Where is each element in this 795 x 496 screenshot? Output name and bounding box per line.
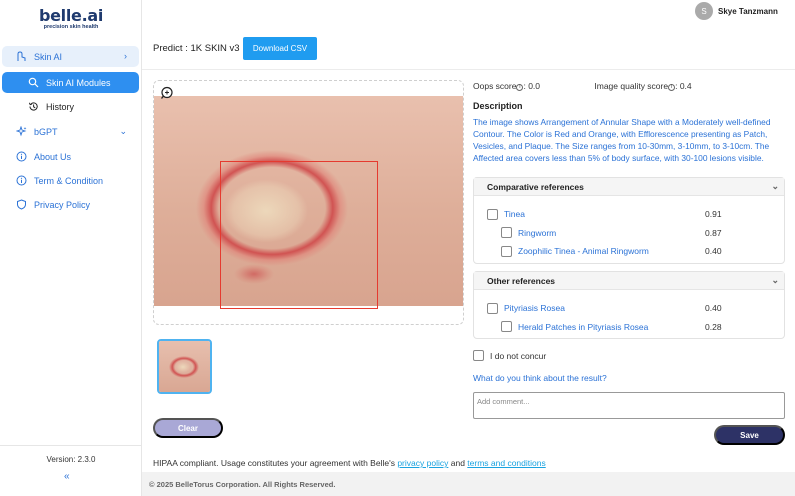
reference-label: Ringworm: [518, 227, 557, 238]
comparative-references-panel: Comparative references ⌄ Tinea 0.91 Ring…: [473, 177, 785, 264]
quality-score-label: Image quality score: [594, 81, 669, 91]
search-icon: [28, 77, 39, 88]
reference-label: Zoophilic Tinea - Animal Ringworm: [518, 246, 649, 257]
sidebar-item-label: Skin AI Modules: [46, 77, 111, 88]
clear-button[interactable]: Clear: [153, 418, 223, 438]
scores-row: Oops score i: 0.0 Image quality score i: 0…: [473, 81, 718, 91]
zoom-icon[interactable]: [160, 86, 174, 100]
image-viewer: [153, 80, 464, 325]
reference-score: 0.40: [705, 246, 722, 257]
do-not-concur-option[interactable]: I do not concur: [473, 350, 546, 361]
oops-score: Oops score i: 0.0: [473, 81, 540, 91]
description-title: Description: [473, 101, 523, 111]
hipaa-text: HIPAA compliant. Usage constitutes your …: [153, 458, 395, 468]
chevron-down-icon: ⌄: [771, 275, 779, 285]
reference-row[interactable]: Ringworm 0.87: [474, 224, 784, 243]
sidebar-item-bgpt[interactable]: bGPT ⌄: [2, 121, 139, 142]
reference-row[interactable]: Herald Patches in Pityriasis Rosea 0.28: [474, 318, 784, 337]
do-not-concur-label: I do not concur: [490, 350, 547, 361]
comparative-references-header[interactable]: Comparative references ⌄: [474, 178, 784, 196]
hipaa-notice: HIPAA compliant. Usage constitutes your …: [153, 458, 546, 468]
reference-score: 0.91: [705, 209, 722, 220]
reference-row[interactable]: Zoophilic Tinea - Animal Ringworm 0.40: [474, 242, 784, 261]
sidebar-item-skin-ai[interactable]: Skin AI ›: [2, 46, 139, 67]
skin-icon: [16, 51, 27, 62]
sidebar-item-label: About Us: [34, 151, 72, 162]
sidebar: belle.ai precision skin health Skin AI ›…: [0, 0, 142, 496]
reference-row[interactable]: Tinea 0.91: [474, 205, 784, 224]
reference-checkbox[interactable]: [501, 227, 512, 239]
oops-score-value: : 0.0: [523, 81, 541, 91]
chevron-down-icon: ⌄: [771, 181, 779, 191]
avatar[interactable]: S: [695, 2, 713, 20]
sidebar-divider: [0, 445, 142, 446]
reference-checkbox[interactable]: [501, 321, 512, 333]
hipaa-and: and: [450, 458, 465, 468]
feedback-question: What do you think about the result?: [473, 373, 607, 383]
info-icon: [16, 151, 27, 162]
terms-link[interactable]: terms and conditions: [467, 458, 545, 468]
shield-icon: [16, 199, 27, 210]
chevron-right-icon: ›: [124, 51, 127, 61]
reference-label: Pityriasis Rosea: [504, 303, 565, 314]
sidebar-item-label: Skin AI: [34, 51, 63, 62]
reference-row[interactable]: Pityriasis Rosea 0.40: [474, 299, 784, 318]
lesion-image: [154, 96, 463, 309]
download-csv-button[interactable]: Download CSV: [243, 37, 317, 60]
sidebar-item-about-us[interactable]: About Us: [2, 146, 139, 167]
reference-score: 0.28: [705, 321, 722, 332]
info-icon: [16, 175, 27, 186]
sidebar-item-skin-ai-modules[interactable]: Skin AI Modules: [2, 72, 139, 93]
other-references-panel: Other references ⌄ Pityriasis Rosea 0.40…: [473, 271, 785, 339]
history-icon: [28, 101, 39, 112]
app-version: Version: 2.3.0: [46, 455, 96, 464]
reference-label: Tinea: [504, 209, 525, 220]
user-name[interactable]: Skye Tanzmann: [718, 7, 778, 16]
sidebar-item-label: bGPT: [34, 126, 58, 137]
sidebar-item-terms[interactable]: Term & Condition: [2, 170, 139, 191]
do-not-concur-checkbox[interactable]: [473, 350, 484, 361]
reference-label: Herald Patches in Pityriasis Rosea: [518, 321, 649, 332]
quality-score: Image quality score i: 0.4: [594, 81, 692, 91]
reference-checkbox[interactable]: [487, 302, 498, 314]
sidebar-item-label: Privacy Policy: [34, 199, 91, 210]
brand-name: belle.ai: [38, 6, 104, 25]
page-title: Predict : 1K SKIN v3: [153, 43, 240, 54]
reference-checkbox[interactable]: [501, 245, 512, 257]
brand-tagline: precision skin health: [43, 24, 99, 30]
sidebar-item-label: Term & Condition: [34, 175, 104, 186]
chevron-down-icon: ⌄: [119, 126, 127, 136]
description-text: The image shows Arrangement of Annular S…: [473, 117, 771, 163]
reference-score: 0.40: [705, 303, 722, 314]
oops-score-label: Oops score: [473, 81, 517, 91]
reference-score: 0.87: [705, 227, 722, 238]
accordion-title: Other references: [487, 275, 556, 286]
save-button[interactable]: Save: [714, 425, 785, 445]
image-thumbnail[interactable]: [157, 339, 212, 394]
privacy-policy-link[interactable]: privacy policy: [397, 458, 448, 468]
sidebar-item-history[interactable]: History: [2, 96, 139, 117]
brand-logo[interactable]: belle.ai precision skin health: [36, 6, 106, 30]
collapse-sidebar-icon[interactable]: «: [64, 471, 70, 482]
footer: © 2025 BelleTorus Corporation. All Right…: [142, 472, 795, 496]
reference-checkbox[interactable]: [487, 208, 498, 220]
sidebar-item-privacy-policy[interactable]: Privacy Policy: [2, 194, 139, 215]
copyright: © 2025 BelleTorus Corporation. All Right…: [149, 479, 336, 489]
comment-field[interactable]: [473, 392, 785, 419]
sparkle-icon: [16, 126, 27, 137]
header-divider: [142, 69, 795, 70]
quality-score-value: : 0.4: [675, 81, 692, 91]
sidebar-item-label: History: [46, 101, 75, 112]
detection-box: [220, 161, 378, 309]
other-references-header[interactable]: Other references ⌄: [474, 272, 784, 290]
thumbnail-image: [159, 341, 210, 392]
accordion-title: Comparative references: [487, 181, 584, 192]
